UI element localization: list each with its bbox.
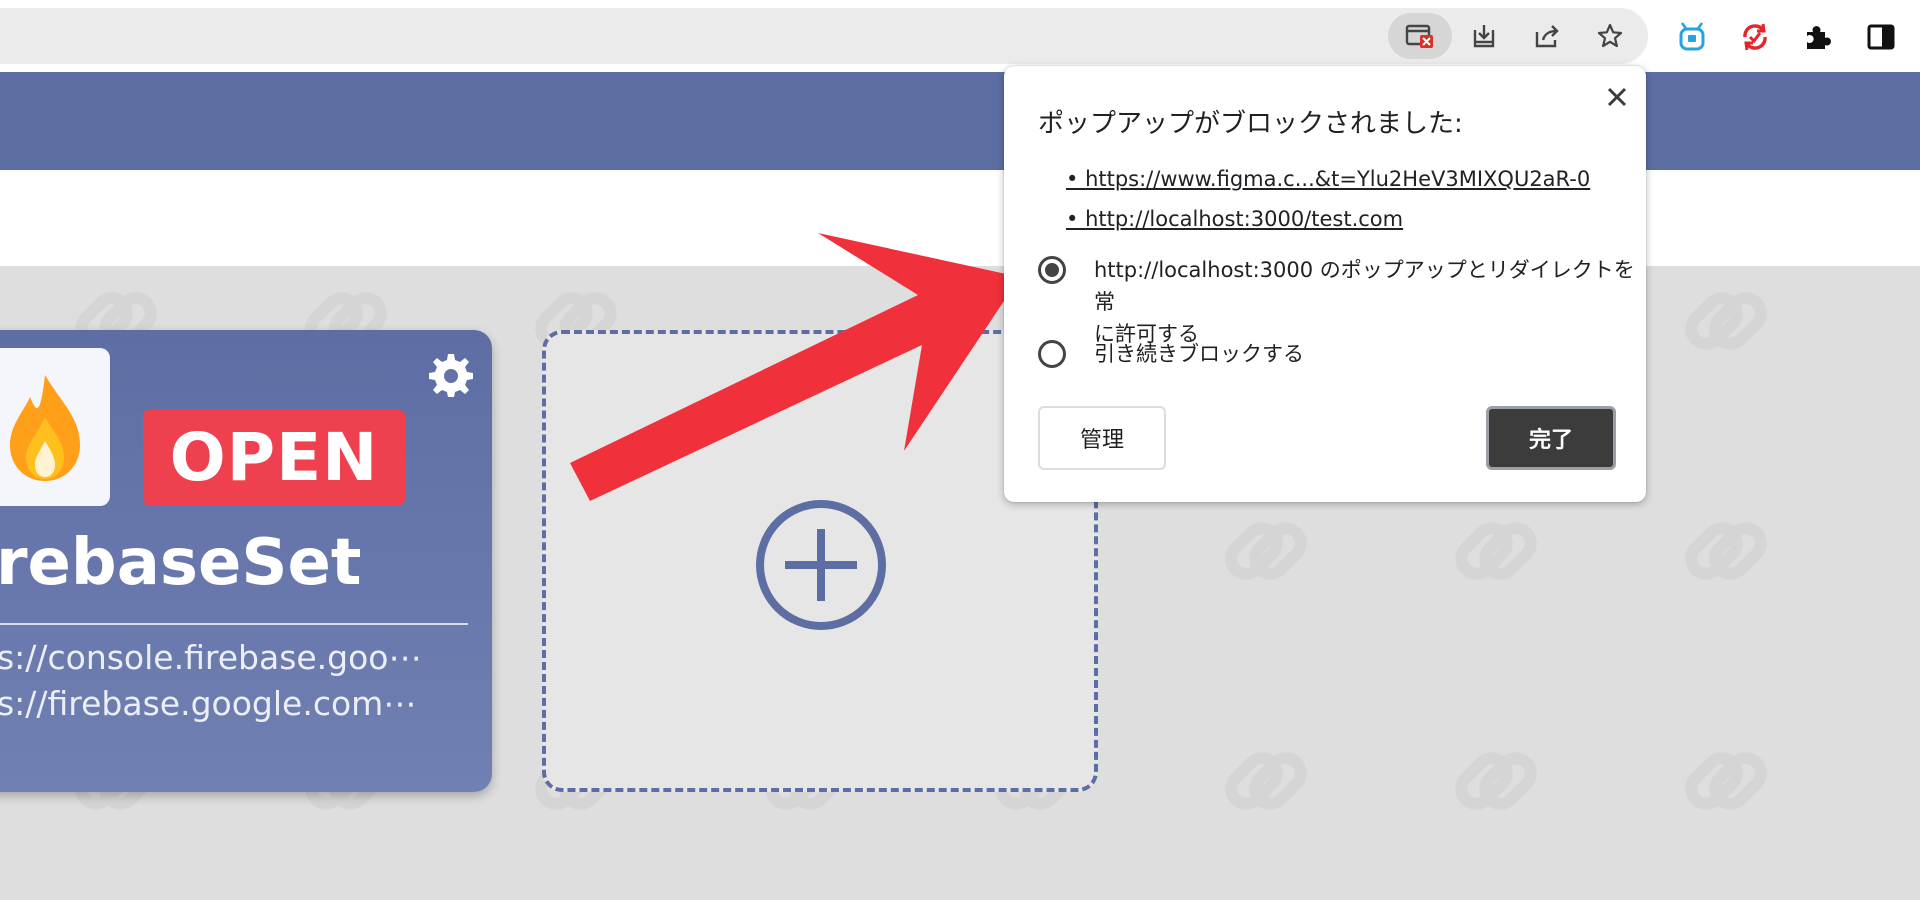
popup-blocked-icon[interactable] bbox=[1388, 13, 1452, 59]
close-icon[interactable] bbox=[1600, 80, 1634, 114]
bot-extension-icon[interactable] bbox=[1675, 20, 1709, 54]
manage-button[interactable]: 管理 bbox=[1038, 406, 1166, 470]
link-watermark-icon bbox=[1670, 496, 1780, 606]
link-watermark-icon bbox=[1210, 726, 1320, 836]
bookmark-star-icon[interactable] bbox=[1596, 22, 1624, 50]
share-icon[interactable] bbox=[1533, 22, 1561, 50]
install-icon[interactable] bbox=[1470, 22, 1498, 50]
link-watermark-icon bbox=[1670, 726, 1780, 836]
annotation-arrow bbox=[570, 233, 1020, 501]
card-url-2[interactable]: ps://firebase.google.com⋯ bbox=[0, 682, 416, 726]
link-watermark-icon bbox=[1670, 266, 1780, 376]
card-url-1[interactable]: ps://console.firebase.goo⋯ bbox=[0, 636, 422, 680]
link-watermark-icon bbox=[1440, 496, 1550, 606]
side-panel-icon[interactable] bbox=[1864, 20, 1898, 54]
card-title: irebaseSet bbox=[0, 526, 362, 600]
blocked-link-2[interactable]: • http://localhost:3000/test.com bbox=[1066, 204, 1403, 234]
bookmark-card[interactable]: OPEN irebaseSet ps://console.firebase.go… bbox=[0, 330, 492, 792]
firebase-logo bbox=[0, 348, 110, 506]
puzzle-extensions-icon[interactable] bbox=[1801, 20, 1835, 54]
dialog-title: ポップアップがブロックされました: bbox=[1038, 109, 1463, 139]
keep-blocking-label[interactable]: 引き続きブロックする bbox=[1094, 338, 1304, 370]
blocked-link-1[interactable]: • https://www.figma.c...&t=Ylu2HeV3MIXQU… bbox=[1066, 164, 1590, 194]
address-bar[interactable] bbox=[0, 8, 1648, 64]
open-badge[interactable]: OPEN bbox=[143, 410, 405, 505]
allow-radio[interactable] bbox=[1038, 256, 1066, 284]
sync-extension-icon[interactable] bbox=[1738, 20, 1772, 54]
popup-blocked-dialog: ポップアップがブロックされました: • https://www.figma.c.… bbox=[1004, 66, 1646, 502]
done-button[interactable]: 完了 bbox=[1486, 406, 1616, 470]
keep-blocking-radio[interactable] bbox=[1038, 340, 1066, 368]
plus-circle-icon[interactable] bbox=[755, 499, 887, 631]
link-watermark-icon bbox=[1440, 726, 1550, 836]
browser-toolbar bbox=[0, 0, 1920, 72]
link-watermark-icon bbox=[1210, 496, 1320, 606]
allow-option-label[interactable]: http://localhost:3000 のポップアップとリダイレクトを常 に… bbox=[1094, 254, 1646, 350]
gear-icon[interactable] bbox=[426, 350, 476, 400]
card-divider bbox=[0, 623, 468, 625]
